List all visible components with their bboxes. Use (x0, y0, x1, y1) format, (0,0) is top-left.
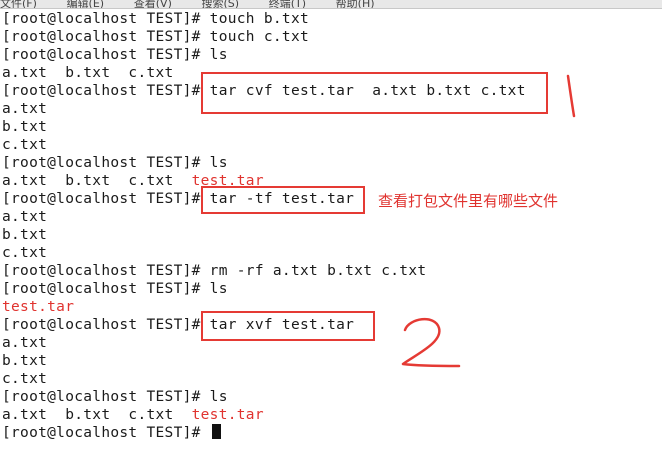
terminal-line-text: a.txt b.txt c.txt (2, 407, 192, 423)
terminal-line-text: [root@localhost TEST]# touch b.txt (2, 11, 310, 27)
terminal-line-text: [root@localhost TEST]# rm -rf a.txt b.tx… (2, 263, 427, 279)
terminal-line-text: c.txt (2, 371, 48, 387)
terminal-line: c.txt (2, 244, 47, 262)
annotation-box-tar-tf (201, 186, 365, 214)
terminal-line: a.txt (2, 334, 47, 352)
terminal-line-text: b.txt (2, 353, 48, 369)
terminal-line: a.txt (2, 100, 47, 118)
terminal-line-text: a.txt b.txt c.txt (2, 65, 174, 81)
terminal-prompt-line: [root@localhost TEST]# (2, 424, 221, 442)
terminal-line: a.txt (2, 208, 47, 226)
annotation-box-tar-xvf (201, 311, 375, 341)
terminal-line-text: a.txt (2, 209, 48, 225)
terminal-line: a.txt b.txt c.txt test.tar (2, 406, 264, 424)
terminal-line-text: [root@localhost TEST]# ls (2, 281, 228, 297)
terminal-line: a.txt b.txt c.txt (2, 64, 174, 82)
terminal-line-text: [root@localhost TEST]# ls (2, 47, 228, 63)
terminal-line-text: [root@localhost TEST]# touch c.txt (2, 29, 310, 45)
terminal-line: b.txt (2, 226, 47, 244)
terminal-line: [root@localhost TEST]# touch c.txt (2, 28, 309, 46)
annotation-number-2 (401, 318, 461, 368)
terminal-line: [root@localhost TEST]# ls (2, 46, 228, 64)
terminal-line-text: b.txt (2, 119, 48, 135)
terminal-line: c.txt (2, 370, 47, 388)
terminal-line: [root@localhost TEST]# ls (2, 154, 228, 172)
terminal-line: test.tar (2, 298, 74, 316)
annotation-number-1 (566, 74, 576, 118)
terminal-line-text: a.txt (2, 335, 48, 351)
terminal-line: [root@localhost TEST]# ls (2, 388, 228, 406)
terminal-line-text: a.txt b.txt c.txt (2, 173, 192, 189)
terminal-cursor[interactable] (211, 424, 221, 439)
terminal-line-text: [root@localhost TEST]# (2, 425, 210, 441)
annotation-box-tar-cvf (201, 72, 548, 114)
terminal-line-text: b.txt (2, 227, 48, 243)
terminal-line-text: c.txt (2, 245, 48, 261)
terminal-line: b.txt (2, 352, 47, 370)
terminal-line: [root@localhost TEST]# ls (2, 280, 228, 298)
archive-filename: test.tar (2, 299, 75, 315)
terminal-line: b.txt (2, 118, 47, 136)
terminal-line-text: [root@localhost TEST]# ls (2, 155, 228, 171)
terminal-line-text: c.txt (2, 137, 48, 153)
terminal-line: [root@localhost TEST]# touch b.txt (2, 10, 309, 28)
terminal-line-text: a.txt (2, 101, 48, 117)
archive-filename: test.tar (191, 407, 264, 423)
terminal-line-text: [root@localhost TEST]# ls (2, 389, 228, 405)
terminal-line: [root@localhost TEST]# rm -rf a.txt b.tx… (2, 262, 426, 280)
annotation-note-tar-tf: 查看打包文件里有哪些文件 (378, 192, 559, 210)
terminal-line: c.txt (2, 136, 47, 154)
